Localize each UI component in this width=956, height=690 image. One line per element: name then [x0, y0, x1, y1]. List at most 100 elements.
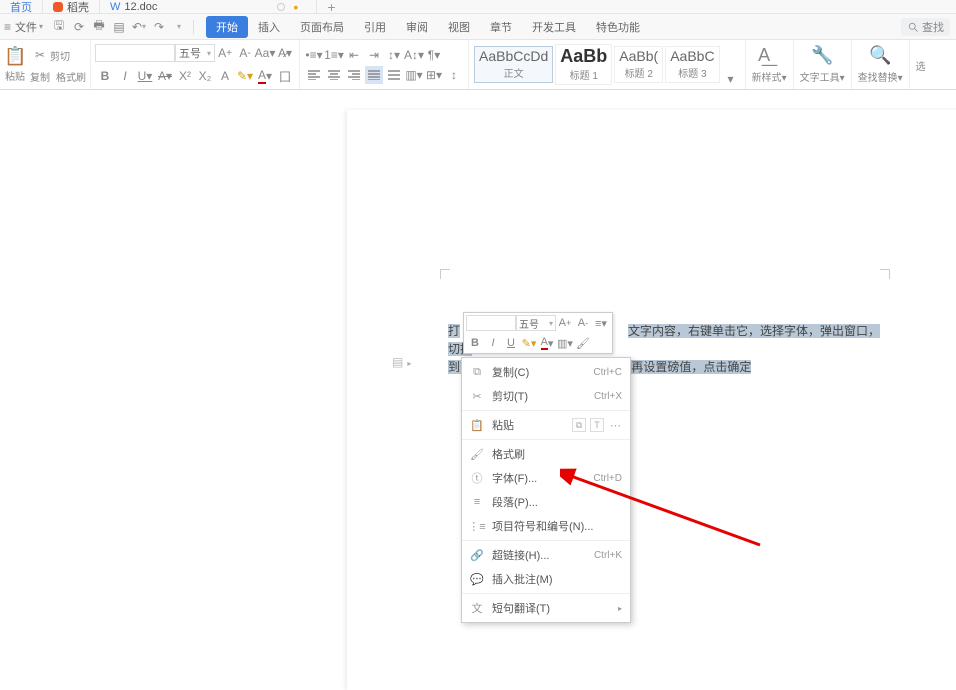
file-menu[interactable]: 文件 ▾ — [15, 19, 43, 35]
mini-format-paint-button[interactable]: 🖌 — [575, 335, 591, 351]
menu-item-format-paint[interactable]: 🖌 格式刷 — [462, 442, 630, 466]
align-center-button[interactable] — [325, 66, 343, 84]
style-heading3[interactable]: AaBbC 标题 3 — [665, 46, 719, 83]
menu-item-copy[interactable]: ⧉ 复制(C) Ctrl+C — [462, 360, 630, 384]
format-paint-label[interactable]: 格式刷 — [56, 69, 86, 84]
quick-dropdown-icon[interactable]: ▾ — [171, 19, 187, 35]
style-body[interactable]: AaBbCcDd 正文 — [474, 46, 553, 83]
font-name-input[interactable] — [95, 44, 175, 62]
copy-label[interactable]: 复制 — [30, 69, 50, 84]
align-justify-button[interactable] — [365, 66, 383, 84]
style-heading1[interactable]: AaBb 标题 1 — [555, 44, 612, 85]
menu-item-font[interactable]: ⓣ 字体(F)... Ctrl+D — [462, 466, 630, 490]
underline-button[interactable]: U▾ — [136, 67, 154, 85]
menu-item-bullets[interactable]: ⋮≡ 项目符号和编号(N)... — [462, 514, 630, 538]
align-left-button[interactable] — [305, 66, 323, 84]
borders-button[interactable]: ⊞▾ — [425, 66, 443, 84]
hamburger-icon[interactable]: ≡ — [4, 20, 11, 34]
superscript-button[interactable]: X² — [176, 67, 194, 85]
shading-button[interactable]: ▥▾ — [405, 66, 423, 84]
paste-icon[interactable]: 📋 — [4, 46, 26, 68]
tab-dao[interactable]: 稻壳 — [43, 0, 100, 14]
font-size-input[interactable]: 五号▾ — [175, 44, 215, 62]
mini-font-grow-icon[interactable]: A+ — [557, 315, 573, 331]
menu-tab-view[interactable]: 视图 — [438, 16, 480, 38]
menu-tab-page-layout[interactable]: 页面布局 — [290, 16, 354, 38]
indent-button[interactable]: ⇥ — [365, 46, 383, 64]
menu-item-paragraph[interactable]: ≡ 段落(P)... — [462, 490, 630, 514]
char-shading-button[interactable]: 囗 — [276, 67, 294, 85]
word-doc-icon: W — [110, 1, 120, 13]
change-case-icon[interactable]: Aa▾ — [256, 44, 274, 62]
menu-tab-dev[interactable]: 开发工具 — [522, 16, 586, 38]
paste-text-only-icon[interactable]: T — [590, 418, 604, 432]
char-border-button[interactable]: A — [216, 67, 234, 85]
mini-font-color-button[interactable]: A▾ — [539, 335, 555, 351]
tab-add-button[interactable]: + — [327, 0, 335, 15]
select-button[interactable]: 选 — [910, 40, 932, 89]
style-heading2[interactable]: AaBb( 标题 2 — [614, 46, 663, 83]
sort-button[interactable]: A↕▾ — [405, 46, 423, 64]
tab-home[interactable]: 首页 — [0, 0, 43, 14]
margin-mark-left-icon — [440, 269, 450, 279]
save-icon[interactable]: 🖫 — [51, 19, 67, 35]
menu-tab-special[interactable]: 特色功能 — [586, 16, 650, 38]
print-preview-icon[interactable]: ▤ — [111, 19, 127, 35]
menu-item-translate[interactable]: 文 短句翻译(T) ▸ — [462, 596, 630, 620]
styles-more-icon[interactable]: ▾ — [722, 70, 740, 88]
bold-button[interactable]: B — [96, 67, 114, 85]
menu-tab-chapter[interactable]: 章节 — [480, 16, 522, 38]
undo-icon[interactable]: ↶▾ — [131, 19, 147, 35]
menu-item-hyperlink[interactable]: 🔗 超链接(H)... Ctrl+K — [462, 543, 630, 567]
font-color-button[interactable]: A▾ — [256, 67, 274, 85]
mini-bold-button[interactable]: B — [467, 335, 483, 351]
paste-keep-format-icon[interactable]: ⧉ — [572, 418, 586, 432]
font-shrink-icon[interactable]: A- — [236, 44, 254, 62]
cut-icon[interactable]: ✂ — [31, 46, 49, 64]
mini-italic-button[interactable]: I — [485, 335, 501, 351]
menu-tab-insert[interactable]: 插入 — [248, 16, 290, 38]
search-box[interactable]: 查找 — [901, 18, 950, 36]
menu-item-comment[interactable]: 💬 插入批注(M) — [462, 567, 630, 591]
highlight-color-button[interactable]: ✎▾ — [236, 67, 254, 85]
show-marks-button[interactable]: ¶▾ — [425, 46, 443, 64]
menu-tab-references[interactable]: 引用 — [354, 16, 396, 38]
strike-button[interactable]: A▾ — [156, 67, 174, 85]
section-indicator[interactable]: ▤▸ — [392, 355, 411, 369]
mini-toolbar: 五号▾ A+ A- ≡▾ B I U ✎▾ A▾ ▥▾ 🖌 — [463, 312, 613, 354]
mini-underline-button[interactable]: U — [503, 335, 519, 351]
ribbon-styles: AaBbCcDd 正文 AaBb 标题 1 AaBb( 标题 2 AaBbC 标… — [469, 40, 746, 89]
paste-more-icon[interactable]: ⋯ — [610, 419, 622, 432]
numbering-button[interactable]: 1≡▾ — [325, 46, 343, 64]
mini-font-size-input[interactable]: 五号▾ — [516, 315, 556, 331]
mini-font-shrink-icon[interactable]: A- — [575, 315, 591, 331]
text-tools-button[interactable]: 🔧 文字工具▾ — [794, 40, 852, 89]
ribbon-paragraph: •≡▾ 1≡▾ ⇤ ⇥ ↕▾ A↕▾ ¶▾ ▥▾ ⊞▾ ↕ — [300, 40, 469, 89]
subscript-button[interactable]: X₂ — [196, 67, 214, 85]
italic-button[interactable]: I — [116, 67, 134, 85]
font-menu-icon: ⓣ — [470, 471, 484, 485]
mini-shading-button[interactable]: ▥▾ — [557, 335, 573, 351]
font-grow-icon[interactable]: A+ — [216, 44, 234, 62]
new-style-button[interactable]: A͟ 新样式▾ — [746, 40, 794, 89]
mini-line-spacing-icon[interactable]: ≡▾ — [593, 315, 609, 331]
tab-doc[interactable]: W 12.doc • — [100, 0, 317, 14]
redo-icon[interactable]: ↷ — [151, 19, 167, 35]
align-right-button[interactable] — [345, 66, 363, 84]
find-replace-button[interactable]: 🔍 查找替换▾ — [852, 40, 910, 89]
refresh-icon[interactable]: ⟳ — [71, 19, 87, 35]
outdent-button[interactable]: ⇤ — [345, 46, 363, 64]
menu-item-paste[interactable]: 📋 粘贴 ⧉ T ⋯ — [462, 413, 630, 437]
bullets-button[interactable]: •≡▾ — [305, 46, 323, 64]
print-icon[interactable]: 🖶 — [91, 19, 107, 35]
menu-tab-start[interactable]: 开始 — [206, 16, 248, 38]
clear-format-icon[interactable]: A̷▾ — [276, 44, 294, 62]
menu-item-cut[interactable]: ✂ 剪切(T) Ctrl+X — [462, 384, 630, 408]
text-direction-button[interactable]: ↕ — [445, 66, 463, 84]
line-spacing-button[interactable]: ↕▾ — [385, 46, 403, 64]
menu-tab-review[interactable]: 审阅 — [396, 16, 438, 38]
mini-font-name-input[interactable] — [466, 315, 516, 331]
find-replace-icon: 🔍 — [869, 45, 891, 67]
mini-highlight-button[interactable]: ✎▾ — [521, 335, 537, 351]
align-distribute-button[interactable] — [385, 66, 403, 84]
